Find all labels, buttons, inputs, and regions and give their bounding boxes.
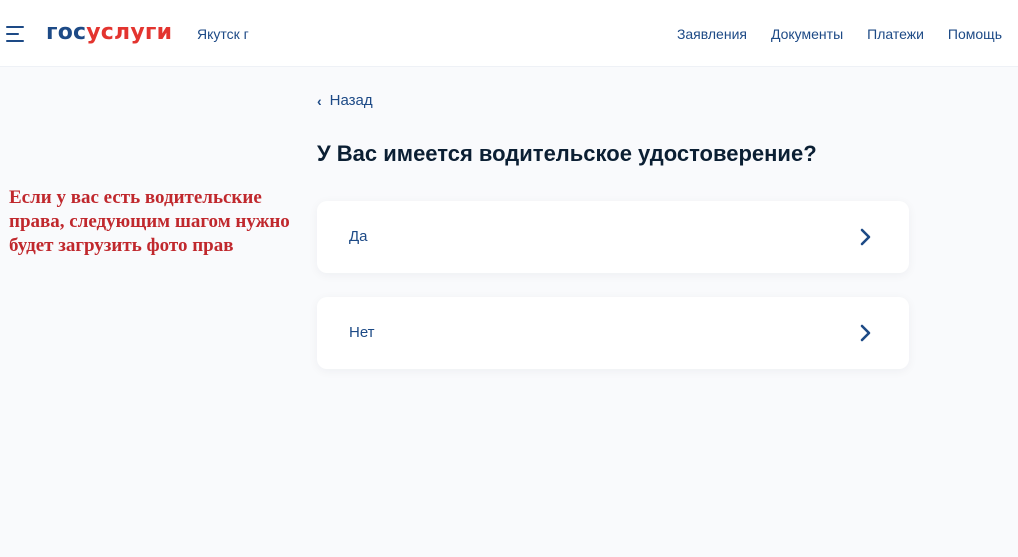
nav-payments[interactable]: Платежи bbox=[867, 25, 924, 43]
back-link[interactable]: ‹ Назад bbox=[317, 92, 373, 110]
gosuslugi-logo[interactable]: госуслуги bbox=[46, 20, 172, 46]
top-header: госуслуги Якутск г Заявления Документы П… bbox=[0, 0, 1018, 67]
menu-icon[interactable] bbox=[6, 26, 26, 42]
nav-documents[interactable]: Документы bbox=[771, 25, 843, 43]
nav-help[interactable]: Помощь bbox=[948, 25, 1002, 43]
page-title: У Вас имеется водительское удостоверение… bbox=[317, 141, 817, 166]
chevron-left-icon: ‹ bbox=[317, 93, 322, 109]
option-no[interactable]: Нет bbox=[317, 297, 909, 369]
chevron-right-icon bbox=[860, 324, 871, 342]
option-yes[interactable]: Да bbox=[317, 201, 909, 273]
option-label: Нет bbox=[349, 324, 375, 341]
annotation-text: Если у вас есть водительские права, след… bbox=[9, 187, 290, 256]
chevron-right-icon bbox=[860, 228, 871, 246]
city-selector[interactable]: Якутск г bbox=[197, 25, 249, 43]
option-label: Да bbox=[349, 228, 368, 245]
nav-applications[interactable]: Заявления bbox=[677, 25, 747, 43]
back-label: Назад bbox=[329, 92, 373, 109]
top-nav: Заявления Документы Платежи Помощь bbox=[677, 25, 1002, 43]
